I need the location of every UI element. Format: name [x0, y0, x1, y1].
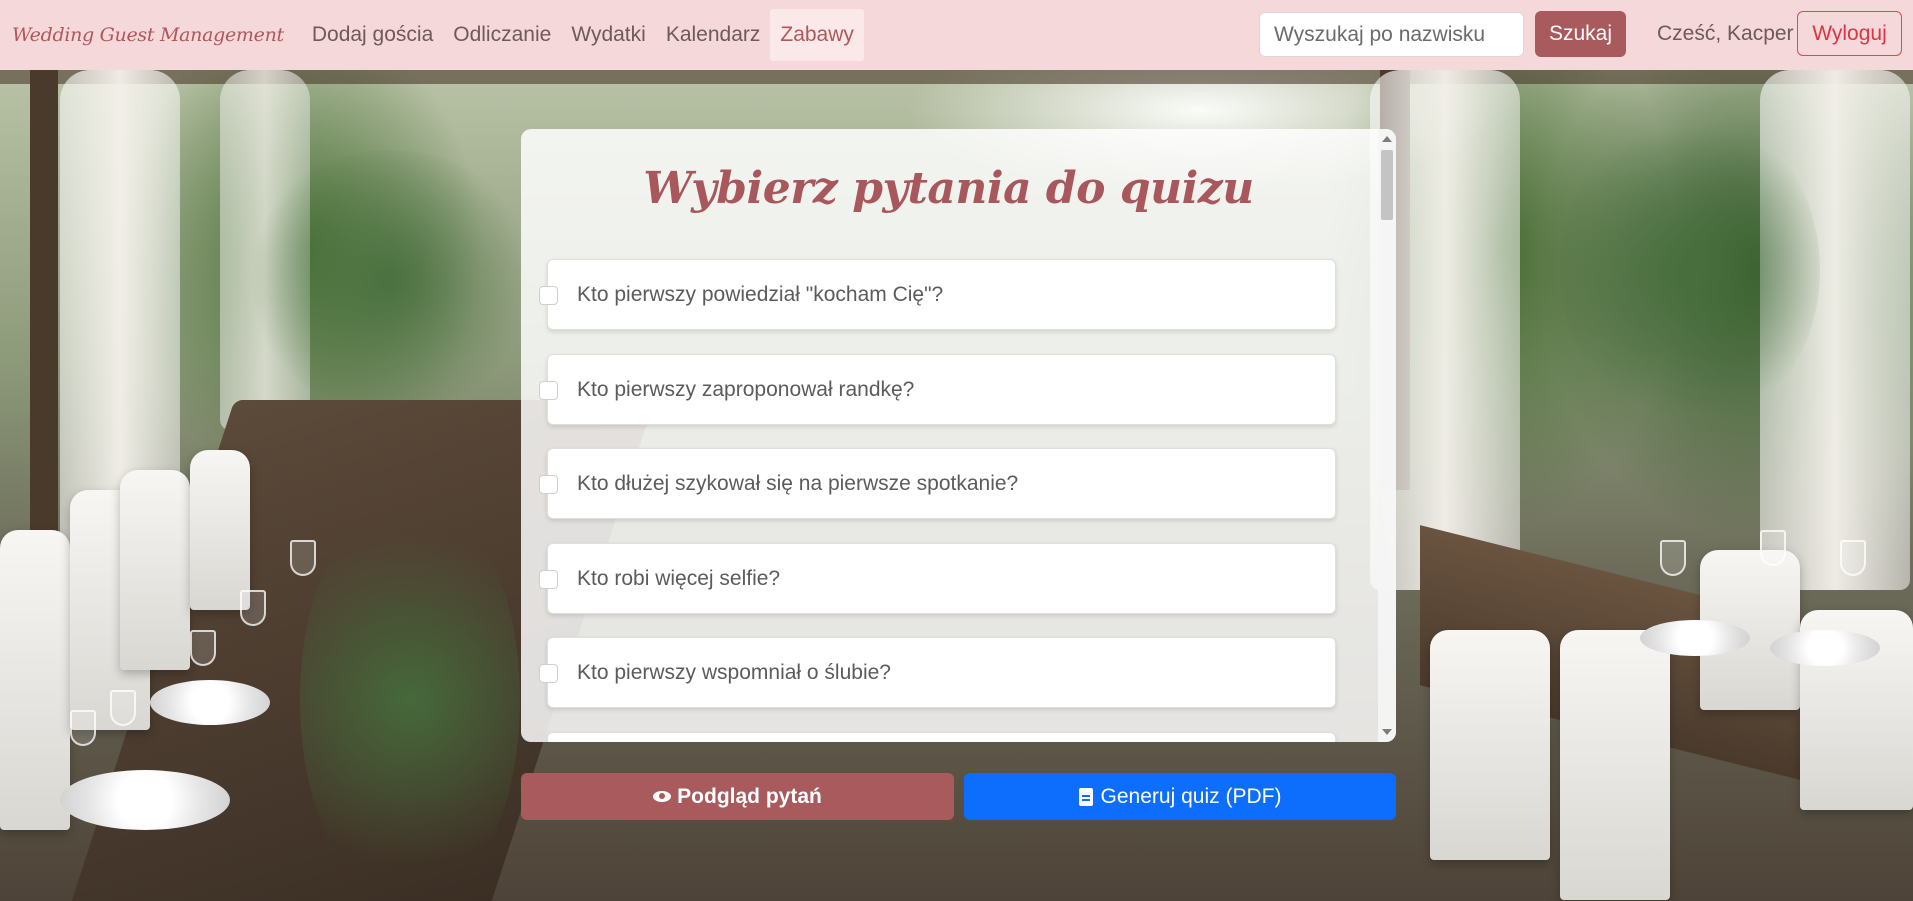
- nav-link-kalendarz[interactable]: Kalendarz: [656, 9, 771, 61]
- quiz-question-item[interactable]: Kto pierwszy powiedział "kocham Cię"?: [539, 259, 1336, 330]
- question-checkbox[interactable]: [539, 381, 558, 400]
- user-greeting: Cześć, Kacper: [1657, 22, 1794, 45]
- search-input[interactable]: Wyszukaj po nazwisku: [1259, 12, 1524, 57]
- nav-link-wydatki[interactable]: Wydatki: [561, 9, 656, 61]
- top-navbar: Wedding Guest Management Dodaj gościa Od…: [0, 0, 1913, 70]
- question-text: Kto pierwszy zaproponował randkę?: [577, 378, 915, 401]
- question-text: Kto robi więcej selfie?: [577, 567, 781, 590]
- question-checkbox[interactable]: [539, 475, 558, 494]
- question-checkbox[interactable]: [539, 570, 558, 589]
- nav-link-dodaj-goscia[interactable]: Dodaj gościa: [302, 9, 443, 61]
- scroll-down-arrow-icon[interactable]: [1382, 729, 1392, 735]
- quiz-question-item[interactable]: Kto pierwszy zaproponował randkę?: [539, 354, 1336, 425]
- question-text: Kto dłużej szykował się na pierwsze spot…: [577, 472, 1019, 495]
- quiz-question-item-partial[interactable]: [547, 732, 1336, 742]
- scrollbar-thumb[interactable]: [1381, 150, 1393, 220]
- panel-scrollbar[interactable]: [1378, 129, 1396, 742]
- quiz-question-item[interactable]: Kto robi więcej selfie?: [539, 543, 1336, 614]
- question-checkbox[interactable]: [539, 664, 558, 683]
- question-checkbox[interactable]: [539, 286, 558, 305]
- scroll-up-arrow-icon[interactable]: [1382, 136, 1392, 142]
- logout-button[interactable]: Wyloguj: [1797, 11, 1902, 56]
- search-button[interactable]: Szukaj: [1535, 11, 1626, 57]
- quiz-question-item[interactable]: Kto pierwszy wspomniał o ślubie?: [539, 637, 1336, 708]
- quiz-title: Wybierz pytania do quizu: [643, 163, 1254, 214]
- question-text: Kto pierwszy powiedział "kocham Cię"?: [577, 283, 944, 306]
- quiz-question-panel: Wybierz pytania do quizu Kto pierwszy po…: [521, 129, 1396, 742]
- question-text: Kto pierwszy wspomniał o ślubie?: [577, 661, 891, 684]
- eye-icon: [653, 791, 672, 802]
- preview-button-label: Podgląd pytań: [677, 784, 822, 808]
- nav-link-zabawy[interactable]: Zabawy: [770, 9, 864, 61]
- nav-link-odliczanie[interactable]: Odliczanie: [443, 9, 561, 61]
- generate-quiz-pdf-button[interactable]: Generuj quiz (PDF): [964, 773, 1396, 820]
- brand-logo[interactable]: Wedding Guest Management: [12, 24, 284, 46]
- preview-questions-button[interactable]: Podgląd pytań: [521, 773, 954, 820]
- quiz-question-item[interactable]: Kto dłużej szykował się na pierwsze spot…: [539, 448, 1336, 519]
- document-icon: [1078, 787, 1093, 806]
- generate-button-label: Generuj quiz (PDF): [1100, 784, 1282, 808]
